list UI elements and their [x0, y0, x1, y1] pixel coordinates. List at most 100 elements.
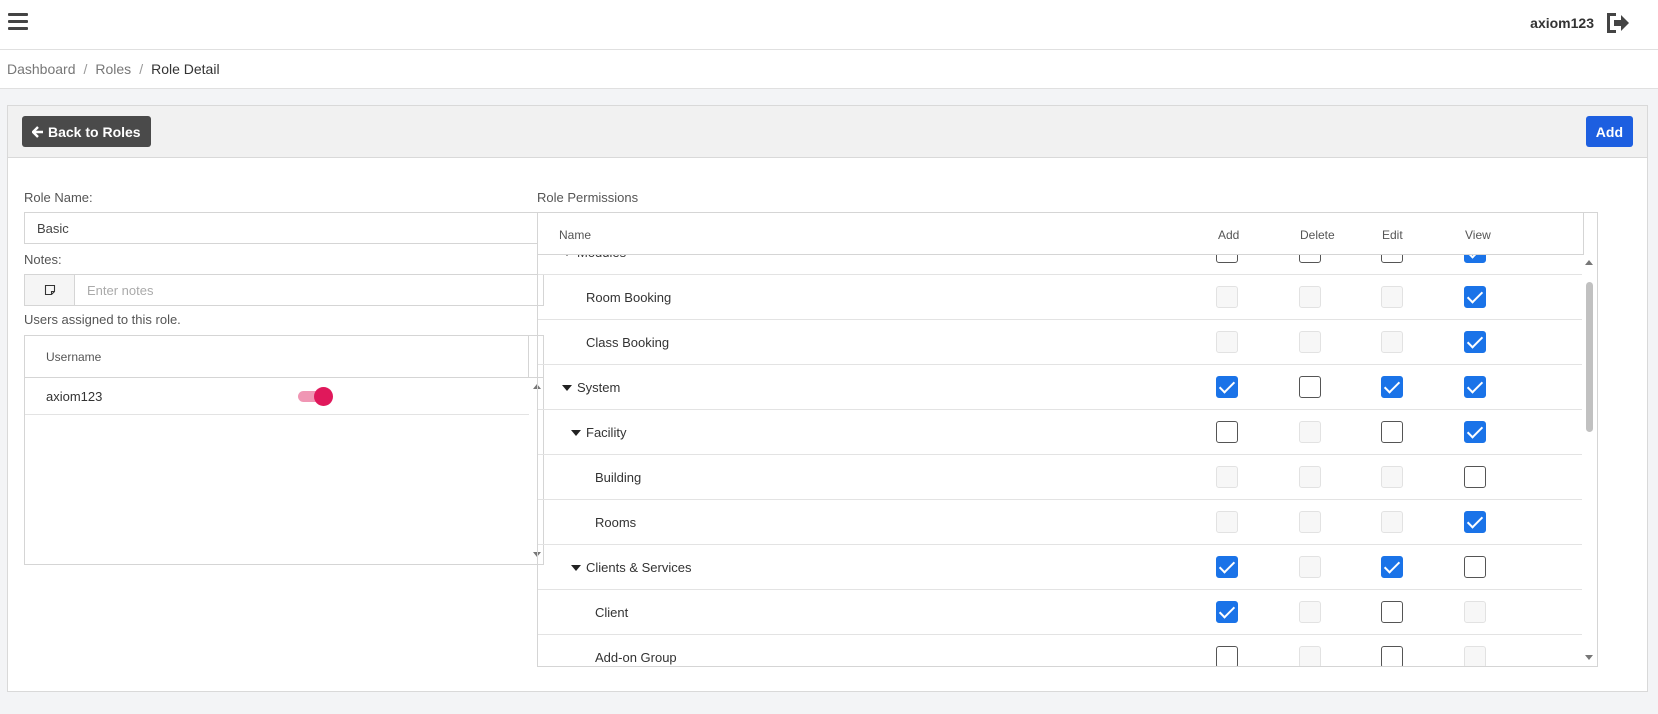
table-row: Clients & Services	[538, 545, 1583, 590]
permission-name: Class Booking	[586, 335, 670, 350]
view-permission-checkbox[interactable]	[1464, 556, 1486, 578]
edit-permission-checkbox[interactable]	[1381, 255, 1403, 263]
view-permission-checkbox[interactable]	[1464, 466, 1486, 488]
scroll-down-icon[interactable]	[1585, 655, 1593, 660]
view-permission-checkbox[interactable]	[1464, 286, 1486, 308]
panel-header: Back to Roles Add	[8, 106, 1647, 158]
permissions-table-header: Name Add Delete Edit View	[538, 213, 1584, 255]
edit-permission-checkbox[interactable]	[1381, 556, 1403, 578]
delete-permission-checkbox	[1299, 286, 1321, 308]
permission-name: Modules	[577, 255, 626, 260]
delete-permission-checkbox	[1299, 511, 1321, 533]
table-row: System	[538, 365, 1583, 410]
current-username: axiom123	[1530, 15, 1594, 31]
view-permission-checkbox[interactable]	[1464, 511, 1486, 533]
breadcrumb-dashboard[interactable]: Dashboard	[7, 61, 76, 77]
table-row: Facility	[538, 410, 1583, 455]
add-permission-checkbox[interactable]	[1216, 421, 1238, 443]
delete-column-header: Delete	[1300, 228, 1335, 242]
user-active-toggle[interactable]	[298, 387, 333, 406]
users-table-header: Username	[25, 336, 543, 378]
edit-permission-checkbox	[1381, 466, 1403, 488]
table-row: Building	[538, 455, 1583, 500]
caret-down-icon[interactable]	[562, 385, 572, 391]
add-permission-checkbox	[1216, 511, 1238, 533]
users-assigned-label: Users assigned to this role.	[24, 312, 181, 327]
view-permission-checkbox[interactable]	[1464, 421, 1486, 443]
users-table: Username axiom123	[24, 335, 544, 565]
table-row: Class Booking	[538, 320, 1583, 365]
add-permission-checkbox	[1216, 466, 1238, 488]
edit-permission-checkbox[interactable]	[1381, 646, 1403, 666]
view-permission-checkbox[interactable]	[1464, 376, 1486, 398]
edit-permission-checkbox[interactable]	[1381, 376, 1403, 398]
permissions-table: Name Add Delete Edit View Modules Room Bo…	[537, 212, 1598, 667]
menu-icon[interactable]	[8, 13, 28, 31]
breadcrumb-separator: /	[83, 61, 88, 77]
permission-name: Add-on Group	[595, 650, 677, 665]
view-permission-checkbox[interactable]	[1464, 331, 1486, 353]
table-row: axiom123	[25, 378, 529, 415]
table-row: Modules	[538, 255, 1583, 275]
view-permission-checkbox	[1464, 601, 1486, 623]
edit-permission-checkbox	[1381, 331, 1403, 353]
username-cell: axiom123	[46, 389, 103, 404]
delete-permission-checkbox	[1299, 331, 1321, 353]
delete-permission-checkbox	[1299, 556, 1321, 578]
add-button[interactable]: Add	[1585, 116, 1633, 147]
add-permission-checkbox	[1216, 331, 1238, 353]
permission-name: System	[577, 380, 621, 395]
delete-permission-checkbox[interactable]	[1299, 376, 1321, 398]
table-row: Room Booking	[538, 275, 1583, 320]
notes-field-group	[24, 274, 544, 306]
edit-permission-checkbox	[1381, 511, 1403, 533]
username-column-header: Username	[46, 350, 102, 364]
permissions-scrollbar[interactable]	[1582, 255, 1597, 666]
delete-permission-checkbox	[1299, 646, 1321, 666]
back-to-roles-label: Back to Roles	[48, 123, 141, 140]
edit-permission-checkbox[interactable]	[1381, 601, 1403, 623]
delete-permission-checkbox	[1299, 421, 1321, 443]
scrollbar-thumb[interactable]	[1586, 282, 1593, 432]
table-row: Rooms	[538, 500, 1583, 545]
note-icon	[25, 275, 75, 305]
edit-permission-checkbox[interactable]	[1381, 421, 1403, 443]
add-permission-checkbox[interactable]	[1216, 601, 1238, 623]
logout-icon[interactable]	[1604, 11, 1630, 35]
permission-name: Client	[595, 605, 629, 620]
view-permission-checkbox	[1464, 646, 1486, 666]
caret-down-icon[interactable]	[562, 255, 572, 256]
delete-permission-checkbox[interactable]	[1299, 255, 1321, 263]
permission-name: Clients & Services	[586, 560, 692, 575]
caret-down-icon[interactable]	[571, 565, 581, 571]
delete-permission-checkbox	[1299, 466, 1321, 488]
add-permission-checkbox[interactable]	[1216, 556, 1238, 578]
add-permission-checkbox	[1216, 286, 1238, 308]
scroll-up-icon[interactable]	[1585, 260, 1593, 265]
edit-permission-checkbox	[1381, 286, 1403, 308]
permissions-table-body: Modules Room Booking Class Booking System Fa…	[538, 255, 1583, 666]
breadcrumb-separator: /	[139, 61, 144, 77]
add-permission-checkbox[interactable]	[1216, 376, 1238, 398]
breadcrumb-roles[interactable]: Roles	[95, 61, 131, 77]
breadcrumb: Dashboard / Roles / Role Detail	[0, 50, 1658, 89]
top-bar: axiom123	[0, 0, 1658, 50]
view-permission-checkbox[interactable]	[1464, 255, 1486, 263]
notes-input[interactable]	[75, 275, 543, 305]
back-to-roles-button[interactable]: Back to Roles	[22, 116, 151, 147]
notes-label: Notes:	[24, 252, 62, 267]
table-row: Client	[538, 590, 1583, 635]
arrow-left-icon	[32, 125, 43, 138]
name-column-header: Name	[559, 228, 592, 242]
add-column-header: Add	[1218, 228, 1240, 242]
table-row: Add-on Group	[538, 635, 1583, 666]
role-name-field[interactable]: Basic	[24, 212, 544, 244]
edit-column-header: Edit	[1382, 228, 1403, 242]
delete-permission-checkbox	[1299, 601, 1321, 623]
permission-name: Building	[595, 470, 642, 485]
caret-down-icon[interactable]	[571, 430, 581, 436]
role-permissions-label: Role Permissions	[537, 190, 639, 205]
permission-name: Facility	[586, 425, 627, 440]
add-permission-checkbox[interactable]	[1216, 646, 1238, 666]
add-permission-checkbox[interactable]	[1216, 255, 1238, 263]
